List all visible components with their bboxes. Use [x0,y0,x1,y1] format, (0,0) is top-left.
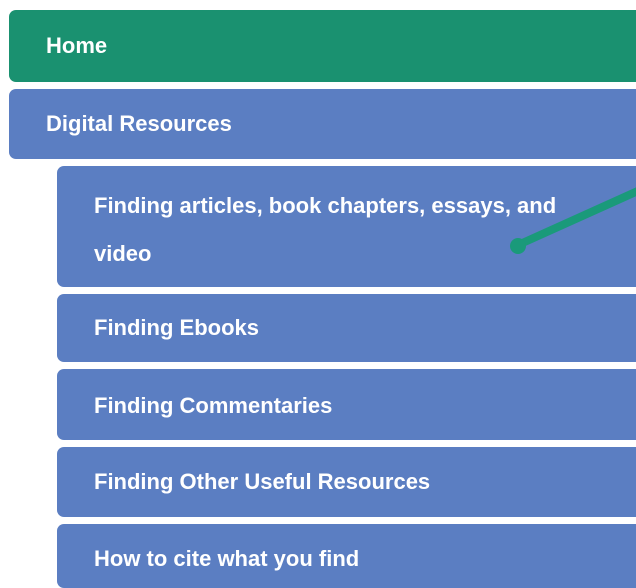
nav-subitem-finding-commentaries-label: Finding Commentaries [94,393,333,418]
nav-subitem-finding-articles[interactable]: Finding articles, book chapters, essays,… [57,166,636,287]
nav-subitem-how-to-cite[interactable]: How to cite what you find [57,524,636,588]
nav-subitem-finding-other-resources-label: Finding Other Useful Resources [94,469,431,494]
nav-item-digital-resources-label: Digital Resources [46,111,232,136]
nav-item-home-label: Home [46,33,108,58]
guide-nav-menu: Home Digital Resources Finding articles,… [0,0,636,588]
nav-subitem-finding-ebooks[interactable]: Finding Ebooks [57,294,636,362]
nav-item-digital-resources[interactable]: Digital Resources [9,89,636,159]
nav-subitem-finding-ebooks-label: Finding Ebooks [94,315,259,340]
nav-subitem-finding-other-resources[interactable]: Finding Other Useful Resources [57,447,636,517]
nav-subitem-how-to-cite-label: How to cite what you find [94,546,360,571]
nav-subitem-finding-commentaries[interactable]: Finding Commentaries [57,369,636,440]
nav-subitem-finding-articles-label: Finding articles, book chapters, essays,… [94,193,557,266]
nav-item-home[interactable]: Home [9,10,636,82]
